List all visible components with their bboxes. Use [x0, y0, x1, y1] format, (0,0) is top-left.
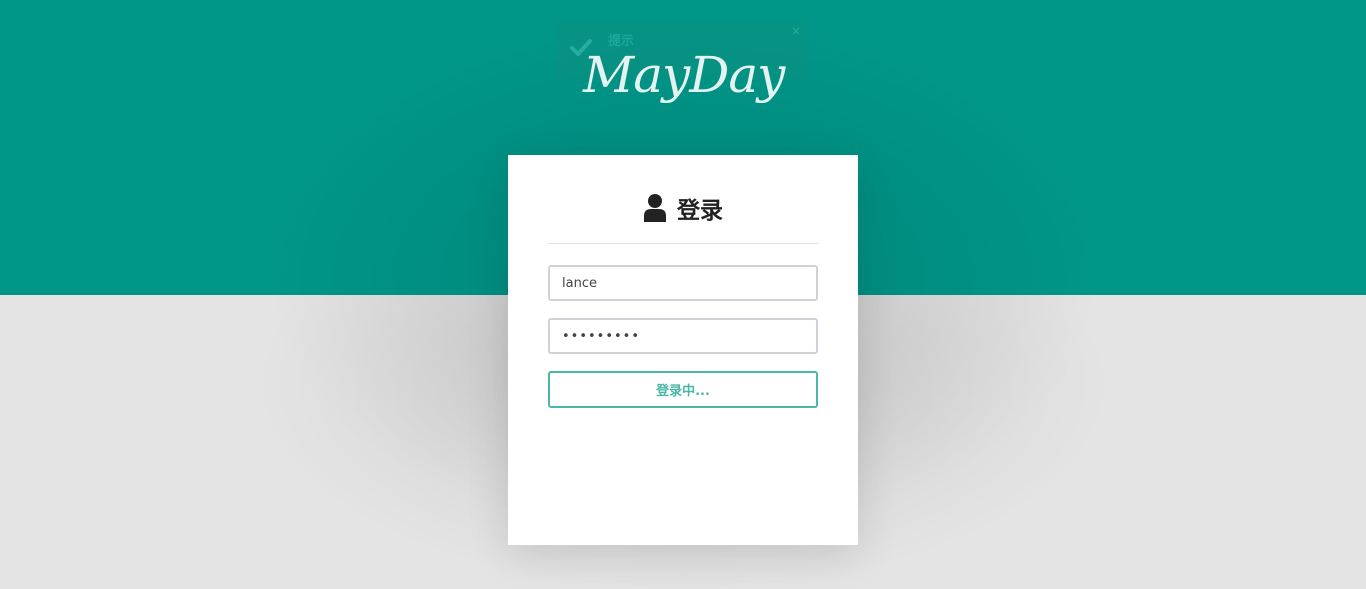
toast-close-button[interactable]: × [791, 24, 801, 38]
login-button[interactable]: 登录中... [548, 371, 818, 408]
logo: MayDay [583, 46, 785, 104]
username-input[interactable] [548, 265, 818, 301]
login-card: 登录 登录中... [508, 155, 858, 545]
login-title: 登录 [677, 198, 723, 224]
card-header: 登录 [508, 191, 858, 231]
login-page: 提示 × MayDay 登录 登录中... [0, 0, 1366, 589]
divider [548, 243, 818, 244]
password-input[interactable] [548, 318, 818, 354]
user-icon [644, 194, 666, 222]
